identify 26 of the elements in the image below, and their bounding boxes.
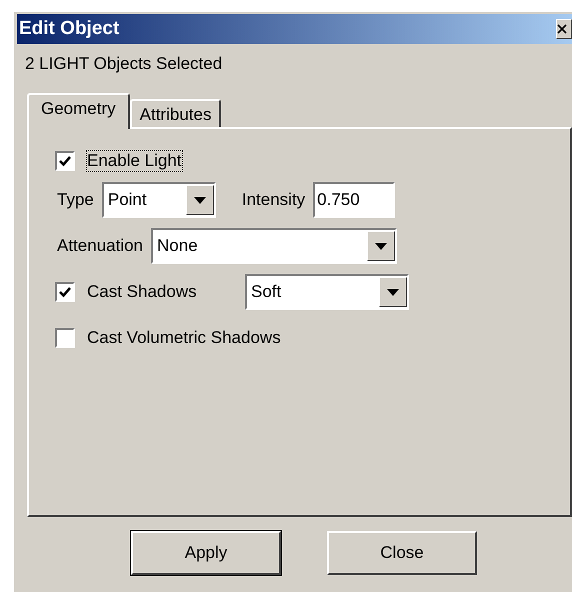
input-field[interactable]: 0.750 [313, 182, 396, 218]
dialog-button[interactable]: Close [327, 531, 477, 575]
checkbox-label[interactable]: Cast Shadows [87, 282, 245, 302]
dropdown-arrow-icon [387, 288, 399, 296]
checkbox[interactable] [55, 151, 75, 171]
tab[interactable]: Geometry [27, 93, 130, 129]
checkbox-label[interactable]: Enable Light [87, 151, 182, 171]
dialog-button[interactable]: Apply [131, 531, 281, 575]
selection-summary: 2 LIGHT Objects Selected [25, 54, 224, 75]
field-label: Type [57, 190, 94, 210]
dropdown-arrow-icon [194, 196, 206, 204]
checkbox-label[interactable]: Cast Volumetric Shadows [87, 328, 281, 348]
close-icon [557, 24, 567, 34]
dropdown-arrow-icon [375, 242, 388, 250]
checkmark-icon [59, 286, 71, 298]
checkbox[interactable] [55, 282, 75, 302]
dropdown[interactable]: Point [102, 182, 216, 218]
window-title: Edit Object [19, 18, 120, 40]
tab[interactable]: Attributes [130, 99, 222, 127]
checkmark-icon [59, 155, 71, 167]
close-button[interactable] [556, 19, 572, 39]
checkbox[interactable] [55, 328, 75, 348]
dropdown[interactable]: None [151, 228, 398, 264]
dropdown[interactable]: Soft [245, 274, 409, 310]
field-label: Intensity [242, 190, 306, 210]
field-label: Attenuation [57, 236, 144, 256]
